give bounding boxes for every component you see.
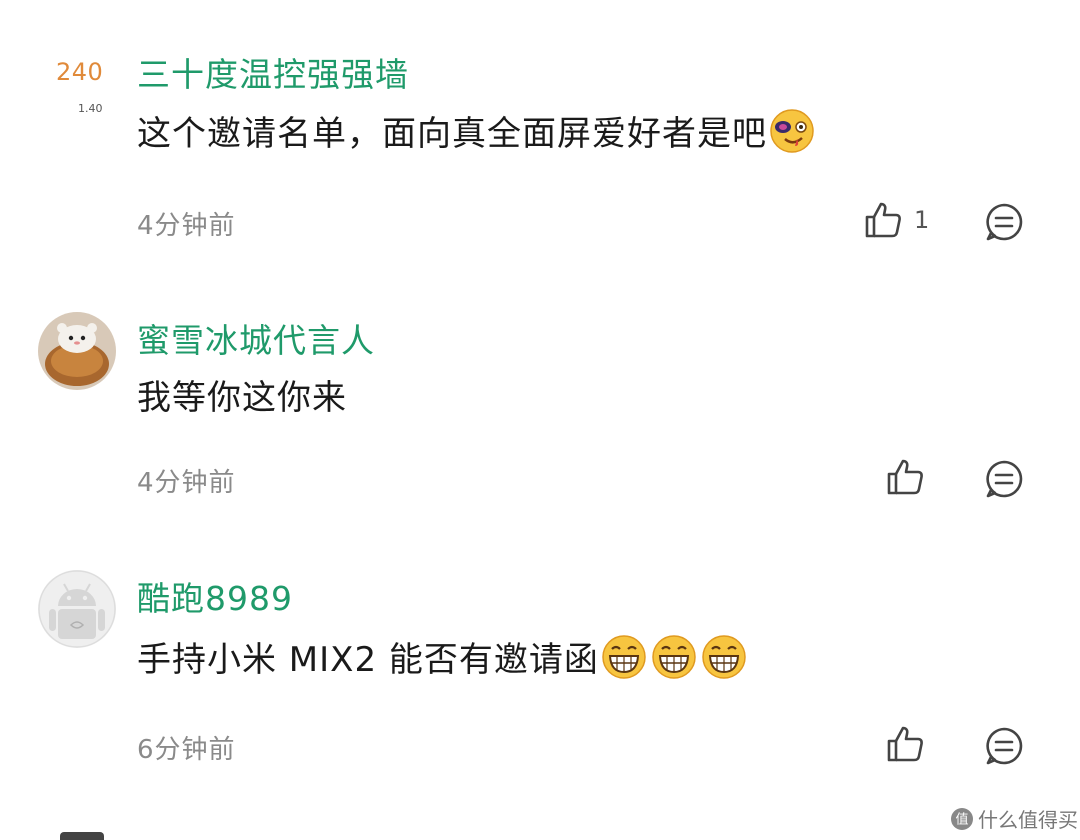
like-button[interactable] [886,458,936,496]
comment-username[interactable]: 三十度温控强强墙 [137,48,409,96]
comment-time: 4分钟前 [137,468,236,498]
level-badge-value: 240 [56,58,104,86]
next-comment-avatar-edge [60,832,104,840]
reply-button[interactable] [984,726,1024,770]
smzdm-logo-icon: 值 [951,807,973,830]
comment-username[interactable]: 蜜雪冰城代言人 [137,314,375,362]
reply-button[interactable] [984,202,1024,246]
comment-content: 我等你这你来 [137,370,347,419]
level-badge-sub: 1.40 [78,102,103,115]
reply-button[interactable] [984,459,1024,503]
comment-username[interactable]: 酷跑8989 [137,572,293,620]
comment-icon [986,727,1023,765]
comment-time: 6分钟前 [137,735,236,765]
snow-cake-avatar[interactable] [38,312,116,390]
comment-text: 手持小米 MIX2 能否有邀请函 [137,640,599,680]
thumbs-up-icon [887,726,923,762]
comment-content: 这个邀请名单，面向真全面屏爱好者是吧 [137,106,815,155]
android-robot-avatar[interactable] [38,570,116,648]
cool-face-emoji [770,108,814,153]
comment-icon [986,203,1023,241]
thumbs-up-icon [887,459,923,495]
comment-icon [986,460,1023,498]
like-count: 1 [914,206,930,234]
comment-text: 这个邀请名单，面向真全面屏爱好者是吧 [137,114,767,154]
comment-text: 我等你这你来 [137,378,347,418]
comment-time: 4分钟前 [137,211,236,241]
watermark: 值 什么值得买 [950,804,1078,833]
svg-text:值: 值 [955,811,968,827]
thumbs-up-icon [865,202,901,238]
grinning-face-emoji [652,634,696,679]
grinning-face-emoji [702,634,746,679]
level-badge: 240 1.40 [56,58,104,115]
watermark-text: 什么值得买 [978,808,1078,832]
grinning-face-emoji [602,634,646,679]
like-button[interactable] [886,725,936,763]
comment-content: 手持小米 MIX2 能否有邀请函 [137,632,747,681]
like-button[interactable]: 1 [864,201,929,239]
